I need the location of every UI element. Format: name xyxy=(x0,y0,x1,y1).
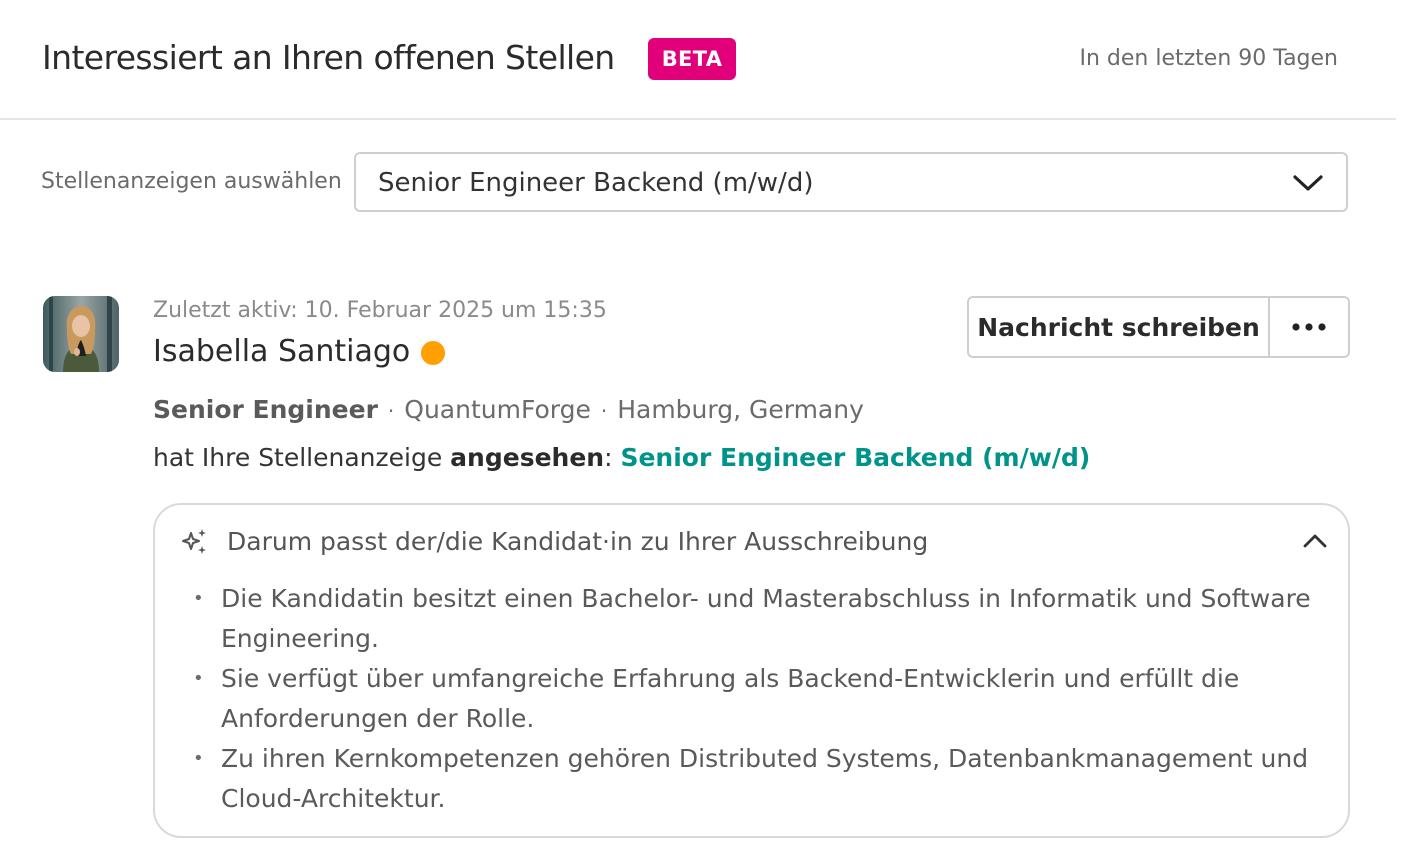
job-select-dropdown[interactable]: Senior Engineer Backend (m/w/d) xyxy=(354,152,1348,212)
beta-badge: BETA xyxy=(648,38,736,80)
viewed-colon: : xyxy=(604,443,621,472)
last-active-timestamp: Zuletzt aktiv: 10. Februar 2025 um 15:35 xyxy=(153,298,607,323)
chevron-up-icon[interactable] xyxy=(1302,531,1328,551)
viewed-job-notice: hat Ihre Stellenanzeige angesehen: Senio… xyxy=(153,443,1090,472)
match-reasons-panel: Darum passt der/die Kandidat·in zu Ihrer… xyxy=(153,503,1350,838)
match-reason-item: Sie verfügt über umfangreiche Erfahrung … xyxy=(193,659,1313,739)
meta-separator: · xyxy=(387,399,395,423)
candidate-meta: Senior Engineer · QuantumForge · Hamburg, Ge… xyxy=(153,395,864,424)
page-title: Interessiert an Ihren offenen Stellen xyxy=(42,38,615,77)
candidate-avatar[interactable] xyxy=(43,296,119,372)
viewed-job-link[interactable]: Senior Engineer Backend (m/w/d) xyxy=(620,443,1090,472)
viewed-action: angesehen xyxy=(450,443,605,472)
candidate-name[interactable]: Isabella Santiago xyxy=(153,334,410,369)
more-options-button[interactable] xyxy=(1270,296,1350,358)
candidate-location: Hamburg, Germany xyxy=(617,395,864,424)
match-panel-title: Darum passt der/die Kandidat·in zu Ihrer… xyxy=(227,527,929,556)
candidate-company: QuantumForge xyxy=(404,395,591,424)
write-message-button[interactable]: Nachricht schreiben xyxy=(967,296,1270,358)
match-reason-item: Zu ihren Kernkompetenzen gehören Distrib… xyxy=(193,739,1313,819)
chevron-down-icon xyxy=(1293,175,1323,191)
match-reasons-list: Die Kandidatin besitzt einen Bachelor- u… xyxy=(193,579,1313,819)
meta-separator: · xyxy=(600,399,608,423)
job-select-label: Stellenanzeigen auswählen xyxy=(41,169,342,194)
match-reason-item: Die Kandidatin besitzt einen Bachelor- u… xyxy=(193,579,1313,659)
viewed-prefix: hat Ihre Stellenanzeige xyxy=(153,443,451,472)
candidate-role: Senior Engineer xyxy=(153,395,378,424)
more-horizontal-icon xyxy=(1292,323,1326,331)
page-header: Interessiert an Ihren offenen Stellen BE… xyxy=(0,0,1396,120)
job-select-value: Senior Engineer Backend (m/w/d) xyxy=(378,168,814,198)
time-period-label: In den letzten 90 Tagen xyxy=(1079,46,1339,71)
availability-status-dot xyxy=(421,341,445,365)
avatar-photo xyxy=(43,296,119,372)
sparkle-icon xyxy=(182,529,206,554)
